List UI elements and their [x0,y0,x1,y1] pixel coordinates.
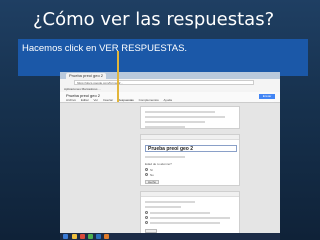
done-button[interactable]: Hecho [145,180,160,184]
chrome-icon[interactable] [88,234,93,239]
option-label-si: Sí [150,168,153,172]
media-icon[interactable] [80,234,85,239]
pointer-line [117,51,119,102]
option-label-no: No [150,173,154,177]
radio-option-si[interactable] [145,168,148,171]
radio-option-3[interactable] [145,221,148,224]
slide-title: ¿Cómo ver las respuestas? [33,9,275,30]
form-title-field[interactable]: Prueba preoi geo 2 [145,145,237,152]
address-bar: https://docs.google.com/forms/d/... [60,79,280,86]
caption-box: Hacemos click en VER RESPUESTAS. [18,39,308,76]
menu-item-respuestas[interactable]: Respuestas [118,98,134,102]
form-settings-card [140,106,240,129]
start-icon[interactable] [63,234,68,239]
menu-bar: Archivo Editar Ver Insertar Respuestas C… [66,98,176,102]
folder-icon[interactable] [72,234,77,239]
forms-app-bar: Prueba preoi geo 2 Archivo Editar Ver In… [60,92,280,103]
browser-screenshot: Prueba preoi geo 2 https://docs.google.c… [60,72,280,240]
menu-item-complementos[interactable]: Complementos [139,98,159,102]
question-text: Edad de tu alumno? [145,162,172,166]
send-form-button[interactable]: Enviar formulario [259,94,275,103]
radio-option-1[interactable] [145,211,148,214]
menu-item-ver[interactable]: Ver [94,98,99,102]
menu-item-editar[interactable]: Editar [81,98,89,102]
menu-item-insertar[interactable]: Insertar [103,98,113,102]
radio-option-no[interactable] [145,173,148,176]
powerpoint-icon[interactable] [104,234,109,239]
browser-tab-bar: Prueba preoi geo 2 [60,72,280,79]
radio-option-2[interactable] [145,216,148,219]
caption-text: Hacemos click en VER RESPUESTAS. [22,43,188,54]
windows-taskbar [60,233,280,240]
menu-item-ayuda[interactable]: Ayuda [163,98,171,102]
question-card [140,191,240,235]
menu-item-archivo[interactable]: Archivo [66,98,76,102]
url-field[interactable]: https://docs.google.com/forms/d/... [74,80,254,85]
word-icon[interactable] [96,234,101,239]
form-header-card: Prueba preoi geo 2 Edad de tu alumno? Sí… [140,134,240,186]
